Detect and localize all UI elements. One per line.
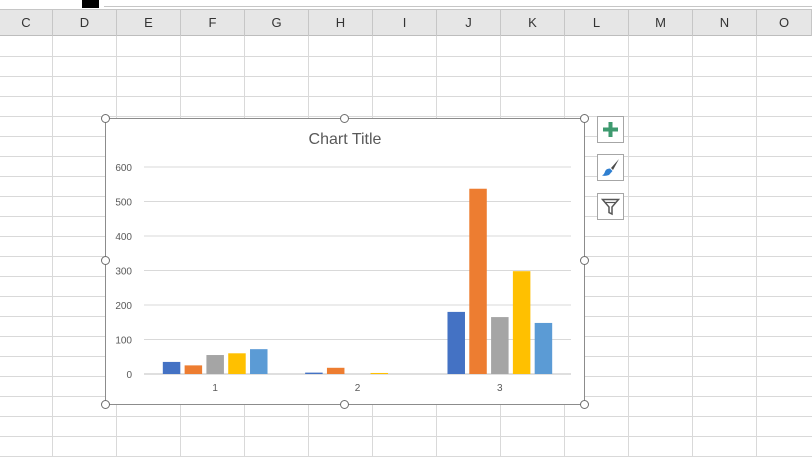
resize-handle-right[interactable]: [580, 256, 589, 265]
chart-plot: 0 100 200 300 400 500 600 1 2 3: [115, 163, 571, 394]
column-header-n[interactable]: N: [693, 10, 757, 36]
plus-icon: [603, 122, 618, 137]
resize-handle-bottom[interactable]: [340, 400, 349, 409]
grid-column-line: [52, 36, 53, 457]
resize-handle-top-left[interactable]: [101, 114, 110, 123]
resize-handle-top[interactable]: [340, 114, 349, 123]
paintbrush-icon: [602, 159, 619, 176]
column-header-e[interactable]: E: [117, 10, 181, 36]
x-tick-label: 2: [355, 383, 361, 394]
bar-series-2-category-3: [469, 188, 487, 374]
bar-series-1-category-2: [305, 372, 323, 374]
bar-series-3-category-3: [491, 317, 509, 374]
bar-series-5-category-1: [250, 349, 268, 374]
bar-series-2-category-1: [184, 365, 203, 374]
funnel-icon: [601, 198, 620, 216]
column-header-c[interactable]: C: [0, 10, 53, 36]
y-tick-label: 200: [115, 301, 132, 312]
name-box-marker: [82, 0, 99, 8]
resize-handle-bottom-left[interactable]: [101, 400, 110, 409]
grid-column-line: [628, 36, 629, 457]
y-tick-label: 400: [115, 232, 132, 243]
grid-row-line: [0, 96, 812, 97]
resize-handle-left[interactable]: [101, 256, 110, 265]
grid-row-line: [0, 436, 812, 437]
column-header-k[interactable]: K: [501, 10, 565, 36]
column-header-m[interactable]: M: [629, 10, 693, 36]
y-tick-label: 300: [115, 267, 132, 278]
column-header-f[interactable]: F: [181, 10, 245, 36]
column-header-d[interactable]: D: [53, 10, 117, 36]
bar-series-1-category-1: [162, 361, 181, 374]
column-headers: CDEFGHIJKLMNO: [0, 9, 812, 36]
column-header-l[interactable]: L: [565, 10, 629, 36]
x-tick-label: 3: [497, 383, 503, 394]
chart-area[interactable]: Chart Title 0 100 200 300 400 500 600 1 2 3: [105, 118, 585, 405]
resize-handle-bottom-right[interactable]: [580, 400, 589, 409]
y-tick-label: 0: [126, 370, 132, 381]
grid-row-line: [0, 116, 812, 117]
formula-bar-strip: [0, 0, 812, 9]
chart-filters-button[interactable]: [597, 193, 624, 220]
bar-series-4-category-2: [370, 372, 389, 374]
bar-series-4-category-1: [228, 353, 246, 374]
bar-series-4-category-3: [512, 271, 531, 374]
grid-row-line: [0, 416, 812, 417]
formula-bar-border: [104, 6, 812, 7]
resize-handle-top-right[interactable]: [580, 114, 589, 123]
bar-series-3-category-1: [206, 355, 224, 374]
grid-row-line: [0, 76, 812, 77]
y-tick-label: 100: [115, 336, 132, 347]
y-tick-label: 600: [115, 163, 132, 174]
bar-series-2-category-2: [326, 367, 345, 374]
x-tick-label: 1: [212, 383, 218, 394]
column-header-j[interactable]: J: [437, 10, 501, 36]
y-tick-label: 500: [115, 198, 132, 209]
bar-series-1-category-3: [447, 311, 465, 374]
column-header-o[interactable]: O: [757, 10, 812, 36]
column-header-h[interactable]: H: [309, 10, 373, 36]
chart-styles-button[interactable]: [597, 154, 624, 181]
bar-series-5-category-3: [534, 322, 553, 374]
grid-column-line: [756, 36, 757, 457]
column-header-i[interactable]: I: [373, 10, 437, 36]
grid-column-line: [692, 36, 693, 457]
grid-row-line: [0, 56, 812, 57]
chart-elements-button[interactable]: [597, 116, 624, 143]
column-header-g[interactable]: G: [245, 10, 309, 36]
